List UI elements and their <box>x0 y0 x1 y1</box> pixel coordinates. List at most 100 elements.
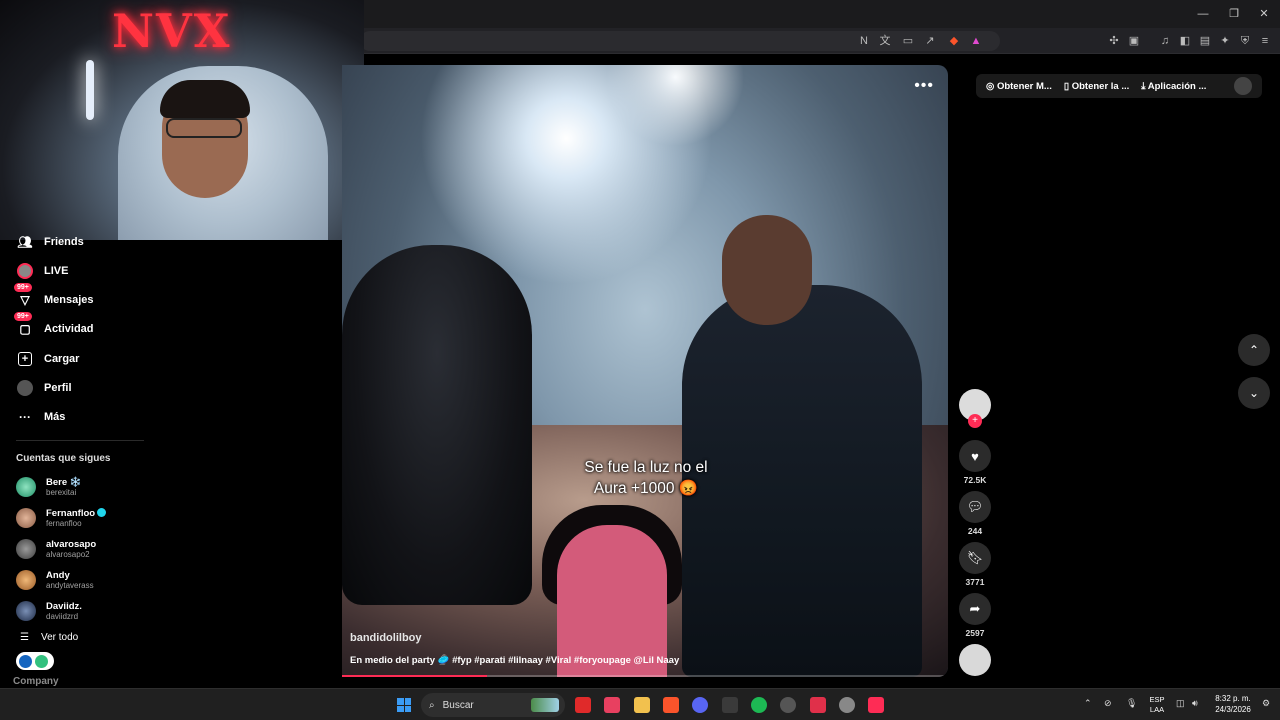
sidebar-item-label: Perfil <box>44 382 72 394</box>
friends-icon: 👥︎ <box>17 235 33 249</box>
file-explorer-icon[interactable] <box>634 697 650 713</box>
restore-icon[interactable]: ❐ <box>1226 6 1242 22</box>
phone-icon: ▯ <box>1063 80 1072 92</box>
user-avatar[interactable] <box>1234 77 1252 95</box>
wifi-icon[interactable]: ◫ <box>1176 698 1185 709</box>
save-button[interactable]: 🔖︎ <box>959 542 991 574</box>
footer-company-link[interactable]: Company <box>13 676 59 687</box>
profile-icon <box>16 379 34 397</box>
top-links-bar: ◎ Obtener M... ▯ Obtener la ... ⤓ Aplica… <box>976 74 1262 98</box>
sidebar-item-activity[interactable]: ▢ 99+ Actividad <box>14 312 94 341</box>
previous-video-button[interactable]: ⌃ <box>1238 334 1270 366</box>
like-button[interactable]: ♥ <box>959 440 991 472</box>
creator-avatar[interactable]: + <box>959 389 991 428</box>
video-description: En medio del party 🥏 #fyp #parati #lilna… <box>350 655 680 666</box>
next-video-button[interactable]: ⌄ <box>1238 377 1270 409</box>
microphone-icon[interactable]: 🎙︎ <box>1126 698 1137 709</box>
taskbar-search[interactable]: ⌕ Buscar <box>421 693 565 717</box>
notification-icon[interactable]: ⚙ <box>1262 698 1270 709</box>
sidebar-divider <box>16 440 144 441</box>
discord-taskbar-icon[interactable] <box>692 697 708 713</box>
sidebar-item-more[interactable]: ··· Más <box>16 405 65 429</box>
video-player[interactable]: ••• Se fue la luz no el Aura +1000 😡 ban… <box>342 65 948 677</box>
network-off-icon[interactable]: ⊘ <box>1104 698 1112 709</box>
vpn-icon[interactable]: ⛨ <box>1237 33 1253 49</box>
close-icon[interactable]: ✕ <box>1256 6 1272 22</box>
youtube-taskbar-icon[interactable] <box>575 697 591 713</box>
sidebar-item-upload[interactable]: + Cargar <box>16 347 79 371</box>
messages-badge: 99+ <box>14 283 32 292</box>
brave-taskbar-icon[interactable] <box>663 697 679 713</box>
brave-shield-icon[interactable]: ◆ <box>946 33 962 49</box>
following-title: Cuentas que sigues <box>16 453 111 464</box>
app-taskbar-icon[interactable] <box>780 697 796 713</box>
get-app-link[interactable]: ▯ Obtener la ... <box>1064 81 1129 92</box>
sidebar-item-live[interactable]: LIVE <box>16 259 68 283</box>
account-username: andytaverass <box>46 580 94 590</box>
music-icon[interactable]: ♫ <box>1157 33 1173 49</box>
tiktok-taskbar-icon[interactable] <box>868 697 884 713</box>
lamp <box>86 60 94 120</box>
menu-icon[interactable]: ≡ <box>1257 33 1273 49</box>
scene-singer-head <box>722 215 812 325</box>
share-button[interactable]: ➦ <box>959 593 991 625</box>
brave-rewards-icon[interactable]: ▲ <box>968 33 984 49</box>
following-account[interactable]: Bere ❄️ berexitai <box>16 473 82 501</box>
scene-hat <box>342 245 532 605</box>
caption-line: Aura +1000 😡 <box>593 480 699 497</box>
sidebar: 👥︎ Friends LIVE ▽ 99+ Mensajes ▢ 99+ Activ… <box>0 235 342 688</box>
tray-expand-icon[interactable]: ⌃ <box>1084 698 1092 709</box>
comment-button[interactable]: 💬︎ <box>959 491 991 523</box>
sound-avatar[interactable] <box>959 644 991 676</box>
app-taskbar-icon[interactable] <box>722 697 738 713</box>
sidebar-item-label: Mensajes <box>44 294 94 306</box>
app-taskbar-icon[interactable] <box>810 697 826 713</box>
following-account[interactable]: Fernanfloo fernanfloo <box>16 504 107 532</box>
follow-plus-icon[interactable]: + <box>968 414 982 428</box>
search-placeholder: Buscar <box>442 699 474 711</box>
translate-off-icon[interactable]: N <box>856 33 872 49</box>
comment-count: 244 <box>967 526 983 536</box>
avatar <box>16 539 36 559</box>
translate-icon[interactable]: 文 <box>877 33 893 49</box>
app-taskbar-icon[interactable] <box>604 697 620 713</box>
messages-icon: ▽ 99+ <box>14 283 34 309</box>
live-icon <box>16 262 34 280</box>
streamer-hair <box>160 80 250 118</box>
following-account[interactable]: Daviidz. daviidzrd <box>16 597 82 625</box>
settings-taskbar-icon[interactable] <box>839 697 855 713</box>
webcam-overlay: NVX <box>0 0 364 240</box>
wallet-icon[interactable]: ▤ <box>1197 33 1213 49</box>
spotify-taskbar-icon[interactable] <box>751 697 767 713</box>
language-indicator[interactable]: ESP LAA <box>1146 695 1168 715</box>
sidebar-item-friends[interactable]: 👥︎ Friends <box>16 230 83 254</box>
see-all-link[interactable]: ☰ Ver todo <box>20 632 78 643</box>
app-promo-pill[interactable] <box>16 652 54 670</box>
more-options-icon[interactable]: ••• <box>914 77 934 95</box>
like-count: 72.5K <box>963 475 987 485</box>
minimize-icon[interactable]: — <box>1195 6 1211 22</box>
sidebar-item-profile[interactable]: Perfil <box>16 376 72 400</box>
video-author[interactable]: bandidolilboy <box>350 632 422 644</box>
taskbar-clock[interactable]: 8:32 p. m. 24/3/2026 <box>1212 693 1254 715</box>
sidebar-icon[interactable]: ◧ <box>1177 33 1193 49</box>
cast-icon[interactable]: ▭ <box>900 33 916 49</box>
share-icon[interactable]: ↗ <box>922 33 938 49</box>
video-progress-bar[interactable] <box>342 675 948 677</box>
following-account[interactable]: Andy andytaverass <box>16 566 94 594</box>
windows-start-icon[interactable] <box>397 698 411 712</box>
leo-icon[interactable]: ✦ <box>1217 33 1233 49</box>
following-account[interactable]: alvarosapo alvarosapo2 <box>16 535 96 563</box>
caption-line: Se fue la luz no el <box>584 459 708 476</box>
volume-icon[interactable]: 🔊︎ <box>1192 698 1198 709</box>
get-coins-link[interactable]: ◎ Obtener M... <box>986 81 1052 92</box>
tab-icon[interactable]: ▣ <box>1126 33 1142 49</box>
extensions-icon[interactable]: ✣ <box>1106 33 1122 49</box>
comment-icon: 💬︎ <box>966 499 984 514</box>
clock-date: 24/3/2026 <box>1215 705 1251 714</box>
download-app-link[interactable]: ⤓ Aplicación ... <box>1141 81 1206 92</box>
more-icon: ··· <box>19 410 31 424</box>
taskbar: ⌕ Buscar ⌃ ⊘ 🎙︎ ESP LAA ◫ 🔊︎ 8:32 p. m. … <box>0 688 1280 720</box>
share-count: 2597 <box>965 628 985 638</box>
sidebar-item-messages[interactable]: ▽ 99+ Mensajes <box>14 283 94 312</box>
